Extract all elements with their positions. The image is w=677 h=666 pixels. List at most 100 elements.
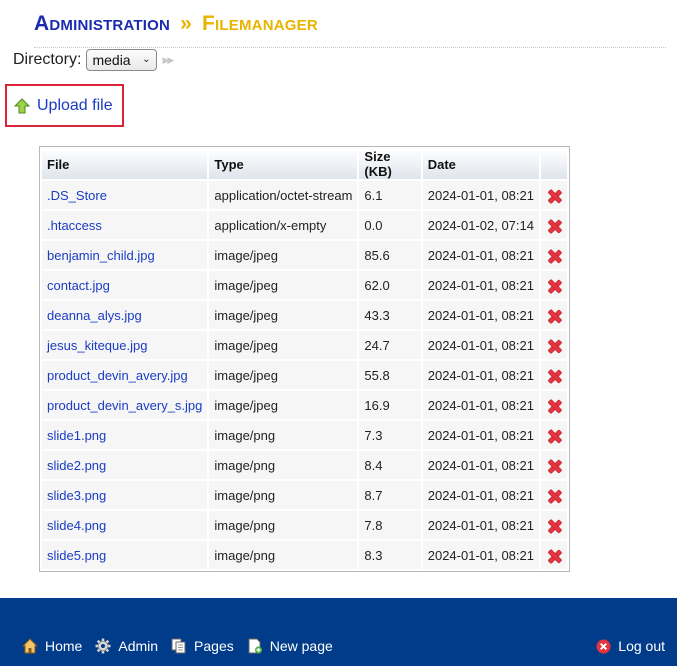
chevron-down-icon: ⌄ [142,54,151,65]
file-date-cell: 2024-01-01, 08:21 [422,301,539,329]
delete-x-icon[interactable] [548,430,561,443]
table-row: .DS_Store application/octet-stream 6.1 2024… [42,181,567,209]
file-type-cell: image/jpeg [209,391,358,419]
delete-cell [541,301,567,329]
column-header-type: Type [209,149,358,179]
table-row: slide3.png image/png 8.7 2024-01-01, 08:21 [42,481,567,509]
file-date-cell: 2024-01-01, 08:21 [422,241,539,269]
file-type-cell: image/png [209,511,358,539]
delete-x-icon[interactable] [548,550,561,563]
delete-cell [541,511,567,539]
file-size-cell: 8.7 [359,481,421,509]
file-name-link[interactable]: slide5.png [47,548,106,563]
directory-select[interactable]: media ⌄ [86,49,158,71]
file-size-cell: 43.3 [359,301,421,329]
delete-x-icon[interactable] [548,490,561,503]
delete-x-icon[interactable] [548,340,561,353]
file-date-cell: 2024-01-01, 08:21 [422,451,539,479]
file-table: File Type Size (KB) Date .DS_Store applic… [39,146,570,572]
file-name-cell: benjamin_child.jpg [42,241,208,269]
delete-cell [541,541,567,569]
title-divider [34,47,666,48]
breadcrumb-separator: » [180,12,192,35]
file-name-link[interactable]: .DS_Store [47,188,107,203]
footer-nav: Home Admin Pages New page [22,638,346,654]
delete-x-icon[interactable] [548,370,561,383]
file-name-link[interactable]: slide1.png [47,428,106,443]
new-page-icon [248,638,262,654]
file-name-link[interactable]: deanna_alys.jpg [47,308,142,323]
double-arrow-right-icon[interactable]: ▶▶ [162,55,174,66]
table-row: .htaccess application/x-empty 0.0 2024-01-0… [42,211,567,239]
file-type-cell: image/png [209,481,358,509]
file-name-cell: .DS_Store [42,181,208,209]
file-size-cell: 62.0 [359,271,421,299]
directory-select-value: media [92,52,131,68]
footer-new-page-label: New page [269,638,333,654]
file-type-cell: image/png [209,451,358,479]
delete-x-icon[interactable] [548,460,561,473]
file-size-cell: 8.3 [359,541,421,569]
upload-file-button[interactable]: Upload file [5,84,124,127]
table-row: slide2.png image/png 8.4 2024-01-01, 08:21 [42,451,567,479]
file-name-link[interactable]: benjamin_child.jpg [47,248,155,263]
delete-cell [541,481,567,509]
table-header-row: File Type Size (KB) Date [42,149,567,179]
file-date-cell: 2024-01-01, 08:21 [422,391,539,419]
file-date-cell: 2024-01-01, 08:21 [422,271,539,299]
file-type-cell: image/jpeg [209,301,358,329]
file-size-cell: 7.3 [359,421,421,449]
logout-icon [596,638,611,654]
file-name-link[interactable]: product_devin_avery.jpg [47,368,188,383]
upload-arrow-icon [14,97,30,113]
file-name-cell: contact.jpg [42,271,208,299]
file-date-cell: 2024-01-01, 08:21 [422,481,539,509]
footer-admin-link[interactable]: Admin [95,638,158,654]
delete-x-icon[interactable] [548,250,561,263]
footer-home-link[interactable]: Home [22,638,82,654]
file-name-link[interactable]: contact.jpg [47,278,110,293]
file-date-cell: 2024-01-01, 08:21 [422,541,539,569]
directory-row: Directory: media ⌄ ▶▶ [13,49,174,71]
delete-x-icon[interactable] [548,520,561,533]
table-row: benjamin_child.jpg image/jpeg 85.6 2024-01-… [42,241,567,269]
delete-cell [541,241,567,269]
file-date-cell: 2024-01-01, 08:21 [422,331,539,359]
table-row: slide1.png image/png 7.3 2024-01-01, 08:21 [42,421,567,449]
delete-x-icon[interactable] [548,280,561,293]
logout-link[interactable]: Log out [596,638,665,654]
file-name-link[interactable]: .htaccess [47,218,102,233]
file-name-cell: slide2.png [42,451,208,479]
file-name-link[interactable]: jesus_kiteque.jpg [47,338,147,353]
delete-x-icon[interactable] [548,190,561,203]
file-name-cell: slide4.png [42,511,208,539]
file-name-cell: deanna_alys.jpg [42,301,208,329]
delete-cell [541,271,567,299]
file-size-cell: 55.8 [359,361,421,389]
file-type-cell: image/jpeg [209,241,358,269]
delete-cell [541,331,567,359]
table-row: jesus_kiteque.jpg image/jpeg 24.7 2024-01-0… [42,331,567,359]
column-header-actions [541,149,567,179]
column-header-size: Size (KB) [359,149,421,179]
file-date-cell: 2024-01-02, 07:14 [422,211,539,239]
file-size-cell: 7.8 [359,511,421,539]
breadcrumb-administration[interactable]: Administration [34,12,170,35]
logout-label: Log out [618,638,665,654]
delete-x-icon[interactable] [548,400,561,413]
delete-x-icon[interactable] [548,310,561,323]
file-name-link[interactable]: slide4.png [47,518,106,533]
footer-new-page-link[interactable]: New page [247,638,333,654]
upload-file-label[interactable]: Upload file [37,97,113,115]
file-name-cell: .htaccess [42,211,208,239]
delete-x-icon[interactable] [548,220,561,233]
file-name-cell: slide1.png [42,421,208,449]
file-name-link[interactable]: product_devin_avery_s.jpg [47,398,202,413]
footer-pages-link[interactable]: Pages [171,638,234,654]
file-type-cell: application/octet-stream [209,181,358,209]
file-size-cell: 16.9 [359,391,421,419]
delete-cell [541,421,567,449]
file-name-link[interactable]: slide3.png [47,488,106,503]
file-name-link[interactable]: slide2.png [47,458,106,473]
footer-pages-label: Pages [194,638,234,654]
